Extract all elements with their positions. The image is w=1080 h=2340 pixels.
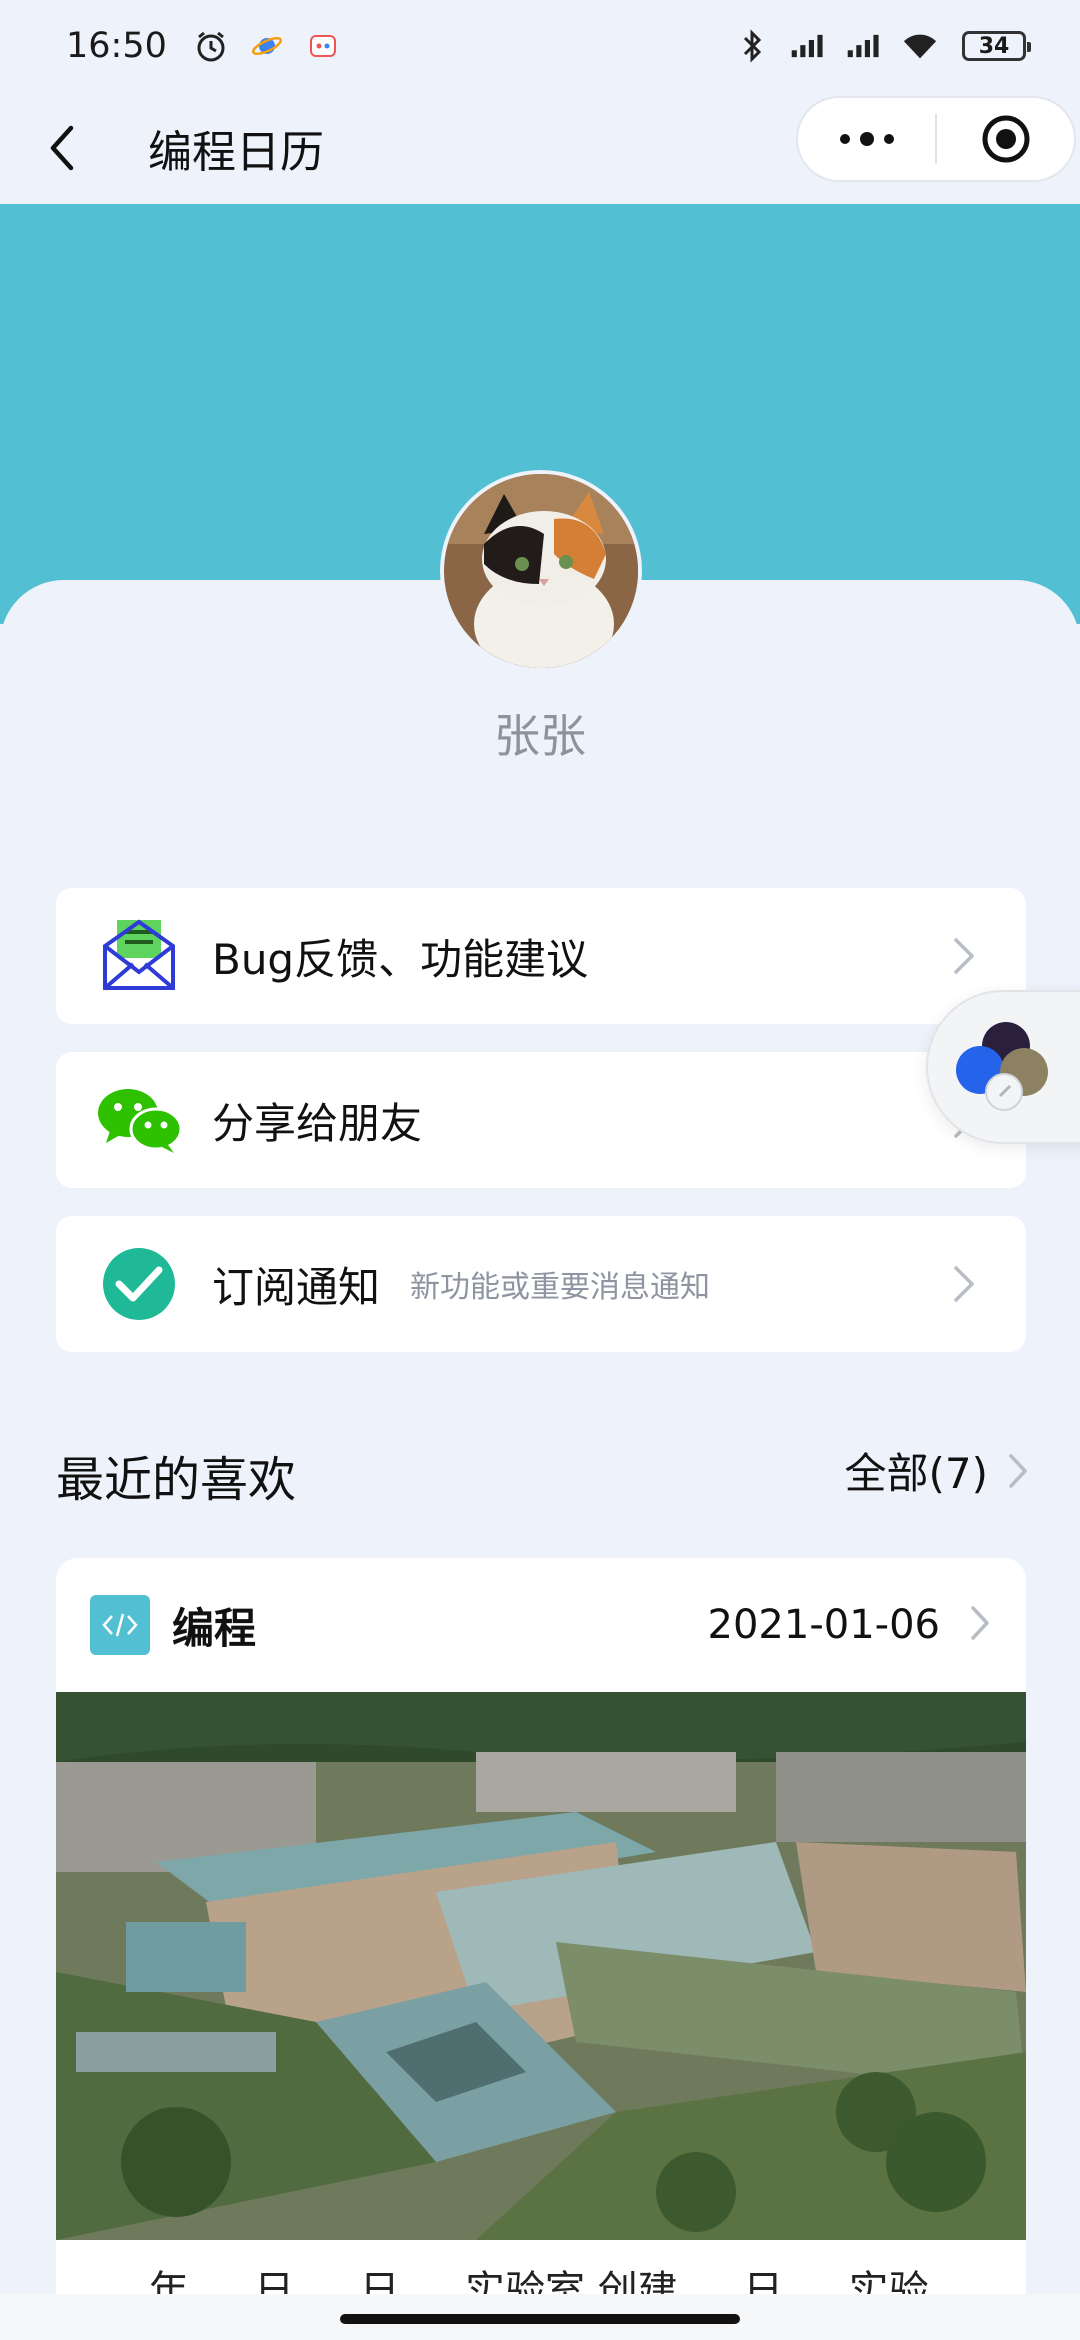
menu-item-description: 新功能或重要消息通知 [410,1270,711,1305]
chevron-right-icon [971,1606,989,1640]
status-time: 16:50 [66,26,167,66]
username: 张张 [494,709,586,763]
menu-item-label: 分享给朋友 [212,1098,423,1148]
favorite-category: 编程 [172,1603,257,1653]
view-all-link[interactable]: 全部(7) [845,1440,1029,1501]
back-chevron-icon [50,125,74,171]
battery-icon: 34 [962,31,1031,61]
menu-item-feedback[interactable]: Bug反馈、功能建议 [56,888,1026,1024]
back-button[interactable] [30,116,94,180]
favorite-date: 2021-01-06 [707,1602,940,1648]
status-bar: 16:50 34 [0,0,1080,92]
floating-window-widget[interactable] [926,990,1080,1144]
cat-avatar-image [444,474,638,668]
home-indicator[interactable] [340,2314,740,2324]
avatar[interactable] [440,470,642,672]
favorite-card-header: 编程 2021-01-06 [56,1558,1026,1692]
recent-likes-title: 最近的喜欢 [56,1452,297,1508]
floating-apps-icon [956,1022,1048,1111]
alarm-icon [193,28,229,64]
more-dots-icon [839,132,894,146]
planet-icon [249,28,285,64]
more-button[interactable] [798,98,935,180]
signal-icon [790,28,826,64]
target-icon [982,115,1029,163]
mail-feedback-icon [96,913,182,999]
menu-item-label: 订阅通知 [212,1262,381,1312]
view-all-label: 全部(7) [844,1449,989,1498]
page-title: 编程日历 [148,127,324,178]
chevron-right-icon [954,1266,974,1302]
menu-item-label: Bug反馈、功能建议 [212,934,589,984]
menu-item-share[interactable]: 分享给朋友 [56,1052,1026,1188]
chevron-right-icon [1009,1453,1027,1488]
signal-icon [846,28,882,64]
wifi-icon [902,28,938,64]
check-circle-icon [96,1241,182,1327]
campus-aerial-photo [56,1692,1026,2240]
app-icon [305,28,341,64]
menu-item-subscribe[interactable]: 订阅通知 新功能或重要消息通知 [56,1216,1026,1352]
navigation-bar: 编程日历 [0,92,1080,204]
mini-program-capsule [796,96,1076,182]
battery-level: 34 [978,33,1010,59]
favorite-card[interactable]: 编程 2021-01-06 … 年 … 日 … 日 … 实验室 创建 … 日 …… [56,1558,1026,2318]
wechat-icon [96,1077,182,1163]
code-icon [90,1595,150,1655]
close-button[interactable] [937,98,1074,180]
bluetooth-icon [734,28,770,64]
chevron-right-icon [954,938,974,974]
